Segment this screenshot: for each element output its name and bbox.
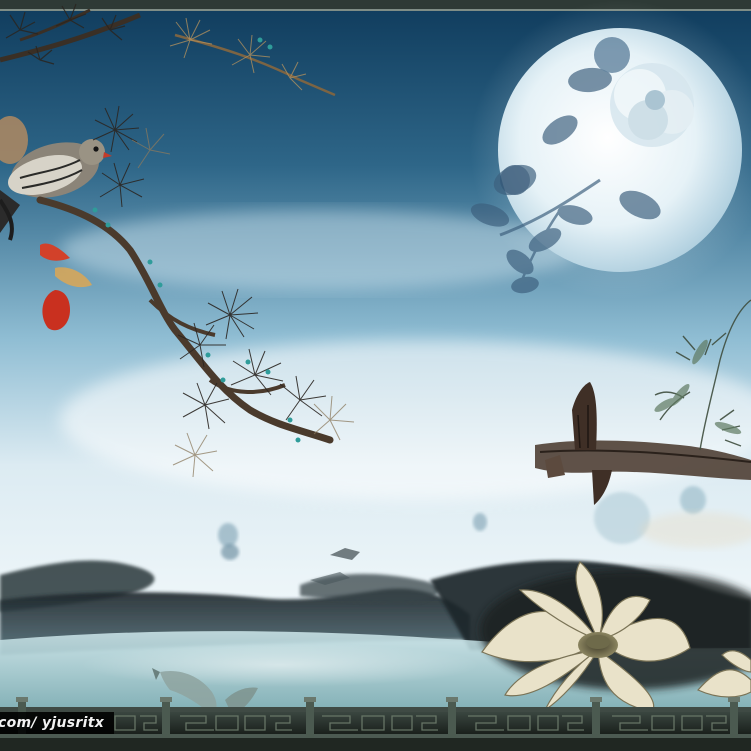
mist-rock [218,523,238,547]
mist-rock [680,486,706,514]
watermark-text: com/ yjusritx [0,712,115,734]
ink-landscape-scene: com/ yjusritx [0,0,751,751]
peony-flower [610,63,694,147]
water-mist [80,643,480,687]
haze-band [60,340,751,500]
mist-rock [473,513,487,531]
mist-rock [221,544,239,560]
ink-landscape-painting [0,0,751,751]
mist-rock [594,492,650,544]
